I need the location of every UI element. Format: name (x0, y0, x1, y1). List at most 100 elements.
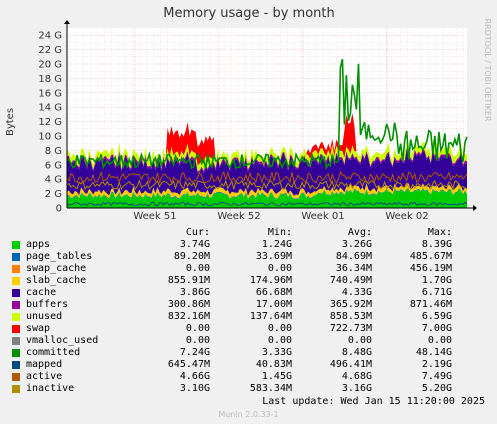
legend-min: 66.68M (255, 287, 292, 298)
legend-avg: 3.16G (341, 383, 372, 394)
legend-max: 0.00 (427, 335, 452, 346)
y-tick-label: 22 G (38, 45, 62, 56)
legend-avg: 3.26G (341, 239, 372, 250)
y-tick-label: 12 G (38, 117, 62, 128)
legend-label: swap_cache (26, 263, 87, 274)
legend-min: 1.45G (261, 371, 292, 382)
x-tick-label: Week 01 (301, 211, 344, 222)
y-tick-label: 18 G (38, 74, 62, 85)
y-tick-label: 0 (56, 204, 62, 215)
legend-avg: 365.92M (329, 299, 372, 310)
legend-header-cur: Cur: (185, 227, 210, 238)
legend-min: 137.64M (249, 311, 292, 322)
legend-item-slab-cache: slab_cache 855.91M 174.96M 740.49M 1.70G (12, 275, 484, 287)
legend: Cur: Min: Avg: Max: apps 3.74G 1.24G 3.26G 8… (12, 227, 484, 395)
legend-max: 8.39G (421, 239, 452, 250)
legend-cur: 7.24G (179, 347, 210, 358)
legend-cur: 3.10G (179, 383, 210, 394)
legend-max: 485.67M (409, 251, 452, 262)
y-tick-label: 20 G (38, 60, 62, 71)
legend-label: swap (26, 323, 51, 334)
legend-cur: 0.00 (185, 335, 210, 346)
legend-min: 33.69M (255, 251, 292, 262)
legend-min: 583.34M (249, 383, 292, 394)
y-tick-label: 16 G (38, 88, 62, 99)
legend-max: 5.20G (421, 383, 452, 394)
legend-label: apps (26, 239, 51, 250)
legend-swatch (12, 373, 20, 381)
legend-cur: 89.20M (173, 251, 210, 262)
legend-label: committed (26, 347, 81, 358)
legend-avg: 4.33G (341, 287, 372, 298)
legend-min: 17.00M (255, 299, 292, 310)
legend-swatch (12, 337, 20, 345)
legend-header-min: Min: (267, 227, 292, 238)
legend-swatch (12, 385, 20, 393)
side-label: RRDTOOL / TOBI OETIKER (483, 18, 492, 121)
legend-min: 3.33G (261, 347, 292, 358)
last-update: Last update: Wed Jan 15 11:20:00 2025 (262, 396, 485, 407)
legend-avg: 740.49M (329, 275, 372, 286)
legend-min: 174.96M (249, 275, 292, 286)
legend-max: 7.00G (421, 323, 452, 334)
legend-header-avg: Avg: (347, 227, 372, 238)
legend-min: 1.24G (261, 239, 292, 250)
legend-avg: 0.00 (347, 335, 372, 346)
legend-cur: 855.91M (167, 275, 210, 286)
y-tick-label: 4 G (45, 175, 62, 186)
legend-swatch (12, 253, 20, 261)
legend-swatch (12, 277, 20, 285)
last-update-label: Last update: (262, 396, 335, 407)
legend-cur: 300.86M (167, 299, 210, 310)
legend-item-committed: committed 7.24G 3.33G 8.48G 48.14G (12, 347, 484, 359)
y-tick-label: 24 G (38, 31, 62, 42)
legend-swatch (12, 325, 20, 333)
legend-swatch (12, 265, 20, 273)
legend-cur: 0.00 (185, 323, 210, 334)
legend-cur: 0.00 (185, 263, 210, 274)
legend-swatch (12, 361, 20, 369)
legend-max: 1.70G (421, 275, 452, 286)
legend-swatch (12, 289, 20, 297)
chart-title: Memory usage - by month (163, 6, 334, 21)
x-axis-arrow (473, 205, 477, 211)
legend-max: 6.71G (421, 287, 452, 298)
legend-label: slab_cache (26, 275, 87, 286)
x-tick-label: Week 02 (385, 211, 428, 222)
legend-header-max: Max: (427, 227, 452, 238)
y-axis-arrow (64, 20, 70, 24)
y-tick-label: 14 G (38, 103, 62, 114)
legend-max: 871.46M (409, 299, 452, 310)
legend-label: vmalloc_used (26, 335, 99, 346)
legend-label: mapped (26, 359, 63, 370)
legend-item-unused: unused 832.16M 137.64M 858.53M 6.59G (12, 311, 484, 323)
y-tick-label: 10 G (38, 132, 62, 143)
legend-item-swap-cache: swap_cache 0.00 0.00 36.34M 456.19M (12, 263, 484, 275)
legend-min: 0.00 (267, 263, 292, 274)
legend-label: inactive (26, 383, 75, 394)
legend-avg: 8.48G (341, 347, 372, 358)
y-tick-label: 2 G (45, 189, 62, 200)
legend-label: active (26, 371, 63, 382)
legend-item-buffers: buffers 300.86M 17.00M 365.92M 871.46M (12, 299, 484, 311)
legend-header: Cur: Min: Avg: Max: (12, 227, 484, 239)
legend-avg: 496.41M (329, 359, 372, 370)
y-tick-label: 6 G (45, 160, 62, 171)
legend-item-mapped: mapped 645.47M 40.83M 496.41M 2.19G (12, 359, 484, 371)
legend-max: 7.49G (421, 371, 452, 382)
legend-min: 0.00 (267, 323, 292, 334)
legend-cur: 832.16M (167, 311, 210, 322)
legend-label: cache (26, 287, 57, 298)
legend-cur: 645.47M (167, 359, 210, 370)
legend-item-cache: cache 3.86G 66.68M 4.33G 6.71G (12, 287, 484, 299)
last-update-value: Wed Jan 15 11:20:00 2025 (340, 396, 486, 407)
legend-avg: 722.73M (329, 323, 372, 334)
legend-label: buffers (26, 299, 69, 310)
munin-version: Munin 2.0.33-1 (218, 410, 279, 419)
legend-item-vmalloc-used: vmalloc_used 0.00 0.00 0.00 0.00 (12, 335, 484, 347)
legend-avg: 4.68G (341, 371, 372, 382)
legend-avg: 36.34M (335, 263, 372, 274)
legend-avg: 84.69M (335, 251, 372, 262)
legend-max: 2.19G (421, 359, 452, 370)
legend-item-inactive: inactive 3.10G 583.34M 3.16G 5.20G (12, 383, 484, 395)
